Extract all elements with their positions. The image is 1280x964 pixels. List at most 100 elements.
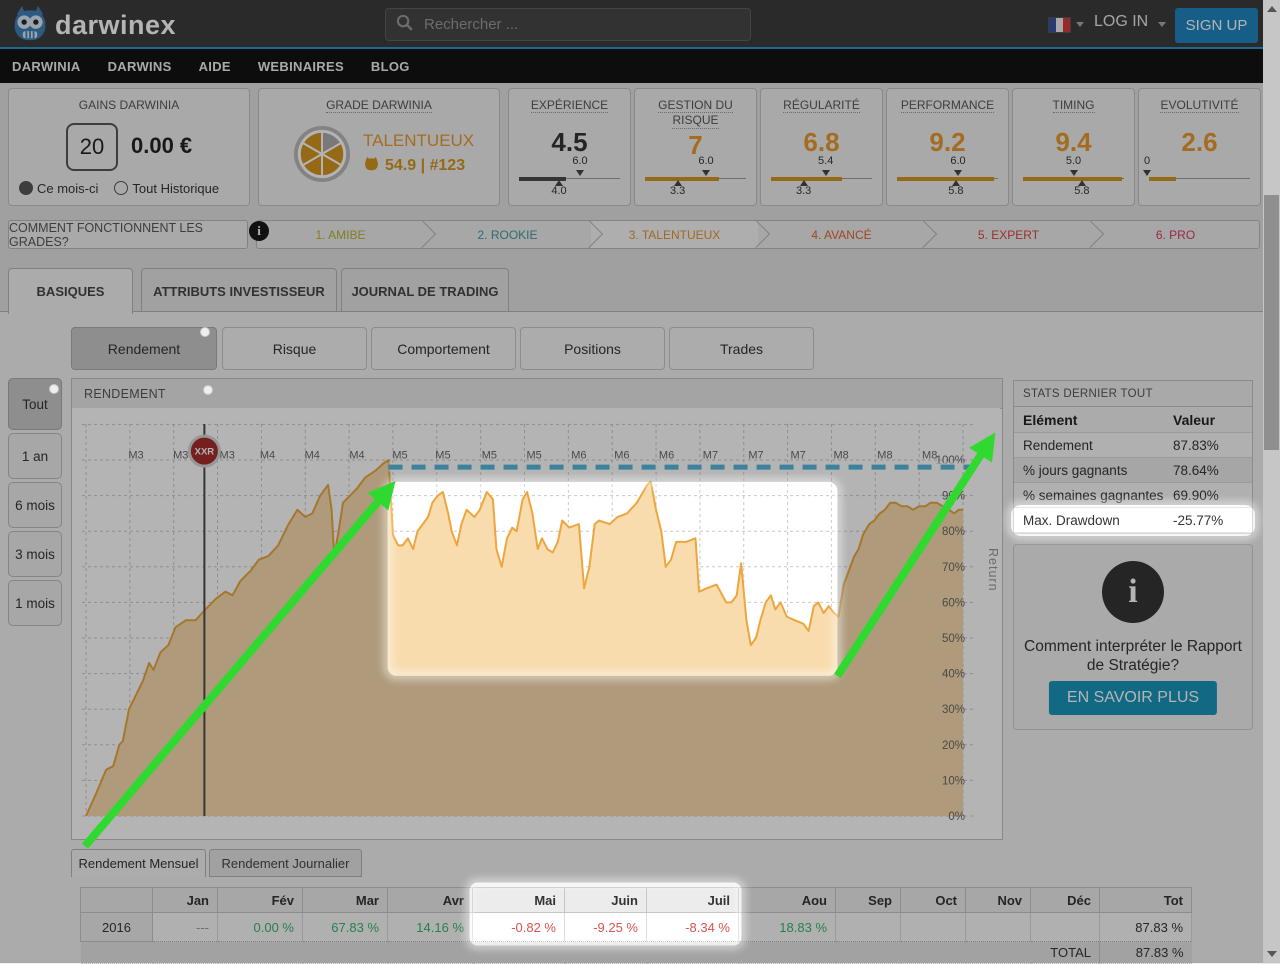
score-gauge: 5.43.3 — [769, 157, 874, 199]
subtab-rendement[interactable]: Rendement — [71, 327, 217, 370]
info-circle-icon: i — [1102, 561, 1164, 623]
score-gauge: 6.04.0 — [517, 157, 622, 199]
time-button-1-an[interactable]: 1 an — [8, 433, 62, 479]
subtab-risque[interactable]: Risque — [222, 327, 367, 370]
nav-item-aide[interactable]: AIDE — [199, 59, 231, 74]
month-value-juin: -9.25 % — [565, 913, 647, 942]
owl-logo-icon — [12, 4, 48, 47]
score-card-gestion-durisque: GESTION DURISQUE76.03.3 — [634, 88, 757, 206]
subtab-comportement[interactable]: Comportement — [371, 327, 516, 370]
grade-score-value: 54.9 | #123 — [385, 157, 465, 175]
time-button-6-mois[interactable]: 6 mois — [8, 482, 62, 528]
tab-attributs-investisseur[interactable]: ATTRIBUTS INVESTISSEUR — [141, 268, 337, 314]
signup-button[interactable]: SIGN UP — [1175, 8, 1258, 43]
svg-text:XXR: XXR — [195, 447, 215, 458]
score-value: 6.8 — [761, 127, 882, 158]
subtab-trades[interactable]: Trades — [669, 327, 814, 370]
interpretation-info-panel: i Comment interpréter le Rapportde Strat… — [1013, 544, 1253, 730]
time-button-3-mois[interactable]: 3 mois — [8, 531, 62, 577]
gauge-bottom-value: 5.8 — [948, 185, 963, 197]
login-caret-icon[interactable] — [1158, 22, 1166, 27]
score-gauge: 6.0 5.8 — [895, 157, 1000, 199]
stats-row-max-drawdown: Max. Drawdown-25.77% — [1014, 508, 1252, 533]
search-input[interactable] — [422, 15, 740, 34]
login-button[interactable]: LOG IN — [1094, 13, 1148, 31]
stats-row-value: 87.83% — [1173, 438, 1219, 453]
grade-darwinia-card: GRADE DARWINIA TALENTUEUX — [258, 88, 500, 206]
grade-step-label: 4. AVANCÉ — [811, 228, 871, 242]
radio-this-month[interactable]: Ce mois-ci — [19, 181, 98, 196]
search-box[interactable] — [385, 8, 751, 41]
nav-item-blog[interactable]: BLOG — [371, 59, 410, 74]
svg-text:20%: 20% — [942, 740, 965, 752]
return-chart-panel: RENDEMENT M3M3M3M4M4M4M5M5M5M5M6M6M6M7M7… — [71, 378, 1003, 840]
svg-text:M5: M5 — [435, 450, 450, 462]
grade-step-6-pro: 6. PRO — [1092, 221, 1259, 248]
tab-journal-de-trading[interactable]: JOURNAL DE TRADING — [341, 268, 509, 314]
how-grades-work-button[interactable]: COMMENT FONCTIONNENT LES GRADES? — [8, 220, 248, 249]
score-card-r-gularit: RÉGULARITÉ6.85.43.3 — [760, 88, 883, 206]
scroll-up-icon[interactable] — [1267, 6, 1277, 12]
svg-text:M3: M3 — [220, 450, 235, 462]
scroll-down-icon[interactable] — [1267, 951, 1277, 957]
gauge-top-value: 6.0 — [950, 155, 965, 167]
svg-text:M5: M5 — [392, 450, 407, 462]
monthly-return-table: JanFévMarAvrMaiJuinJuilAouSepOctNovDécTo… — [80, 887, 1192, 964]
tab-daily-return[interactable]: Rendement Journalier — [209, 849, 362, 877]
info-text: Comment interpréter le Rapportde Stratég… — [1014, 637, 1252, 676]
grade-steps-bar: 1. AMIBE2. ROOKIE3. TALENTUEUX4. AVANCÉ5… — [256, 220, 1260, 249]
stats-row-label: % jours gagnants — [1014, 463, 1173, 478]
nav-item-webinaires[interactable]: WEBINAIRES — [258, 59, 344, 74]
gains-count-box: 20 — [66, 123, 118, 171]
month-value-avr: 14.16 % — [388, 913, 473, 942]
score-value: 2.6 — [1139, 127, 1260, 158]
gauge-fill — [1023, 177, 1122, 181]
search-icon — [396, 14, 413, 36]
return-area-chart[interactable]: M3M3M3M4M4M4M5M5M5M5M6M6M6M7M7M7M8M8M80%… — [72, 408, 1000, 836]
info-icon[interactable]: i — [249, 221, 269, 241]
vertical-scrollbar[interactable] — [1263, 0, 1280, 963]
month-header-mai: Mai — [473, 888, 565, 913]
month-header-juil: Juil — [647, 888, 739, 913]
month-value-nov — [966, 913, 1031, 942]
tab-basiques[interactable]: BASIQUES — [8, 268, 133, 314]
tab-monthly-return[interactable]: Rendement Mensuel — [71, 849, 206, 877]
score-value: 4.5 — [509, 127, 630, 158]
stats-row-value: 78.64% — [1173, 463, 1219, 478]
grade-step-4-avanc: 4. AVANCÉ — [758, 221, 925, 248]
chart-panel-title: RENDEMENT — [72, 379, 1002, 409]
stats-row-value: -25.77% — [1173, 513, 1223, 528]
language-caret-icon[interactable] — [1076, 22, 1084, 27]
score-card-exp-rience: EXPÉRIENCE4.56.04.0 — [508, 88, 631, 206]
radio-all-history[interactable]: Tout Historique — [114, 181, 219, 196]
stats-panel-title: STATS DERNIER TOUT — [1014, 381, 1252, 407]
learn-more-button[interactable]: EN SAVOIR PLUS — [1049, 681, 1217, 715]
gauge-fill — [645, 177, 719, 181]
language-flag-icon[interactable] — [1048, 17, 1071, 33]
score-gauge: 5.05.8 — [1021, 157, 1126, 199]
gauge-fill — [897, 177, 994, 181]
grade-step-label: 3. TALENTUEUX — [629, 228, 721, 242]
gains-card-title: GAINS DARWINIA — [9, 98, 249, 112]
time-button-1-mois[interactable]: 1 mois — [8, 580, 62, 626]
stats-row-semaines-gagnantes: % semaines gagnantes69.90% — [1014, 483, 1252, 508]
gauge-bottom-value: 5.8 — [1074, 185, 1089, 197]
svg-text:M5: M5 — [482, 450, 497, 462]
nav-item-darwins[interactable]: DARWINS — [108, 59, 172, 74]
table-header-row: JanFévMarAvrMaiJuinJuilAouSepOctNovDécTo… — [81, 888, 1192, 913]
gains-amount: 0.00 € — [131, 133, 192, 159]
svg-text:40%: 40% — [942, 669, 965, 681]
svg-text:10%: 10% — [942, 775, 965, 787]
scrollbar-thumb[interactable] — [1264, 195, 1279, 450]
gauge-top-marker-icon — [954, 170, 962, 176]
grade-step-label: 6. PRO — [1156, 228, 1195, 242]
svg-text:90%: 90% — [942, 491, 965, 503]
svg-text:50%: 50% — [942, 633, 965, 645]
score-value: 9.2 — [887, 127, 1008, 158]
darwinex-logo[interactable]: darwinex — [12, 4, 176, 47]
beacon-dot — [49, 384, 59, 394]
stats-header-row: Elément Valeur — [1014, 407, 1252, 433]
nav-item-darwinia[interactable]: DARWINIA — [12, 59, 81, 74]
month-header-sep: Sep — [836, 888, 901, 913]
subtab-positions[interactable]: Positions — [520, 327, 665, 370]
